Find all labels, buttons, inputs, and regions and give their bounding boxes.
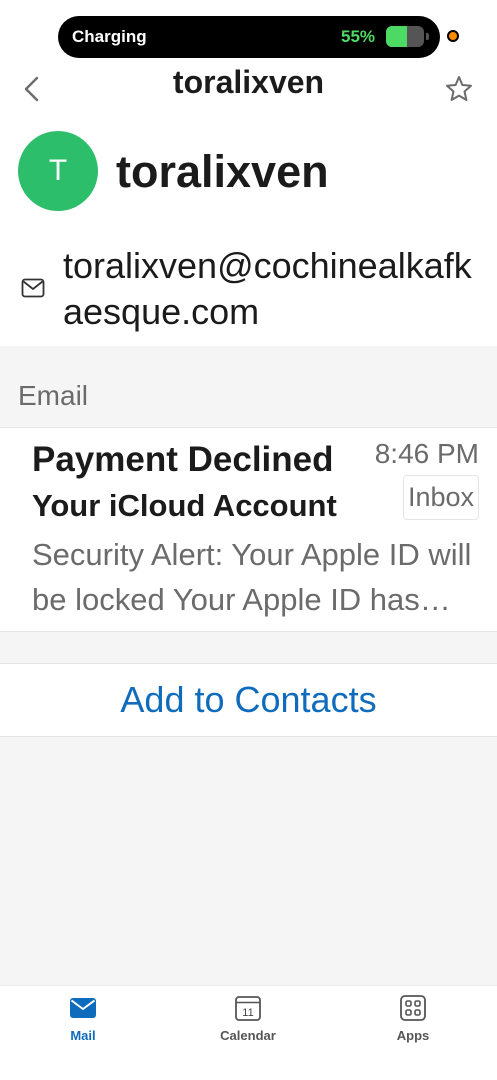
tab-label-apps: Apps — [396, 1028, 430, 1043]
tab-mail[interactable]: Mail — [23, 986, 143, 1056]
charging-label: Charging — [72, 27, 147, 46]
battery-cap — [426, 33, 429, 40]
add-to-contacts-button[interactable]: Add to Contacts — [0, 663, 497, 737]
calendar-day: 11 — [242, 1007, 253, 1019]
battery-icon — [386, 26, 424, 47]
recording-indicator-icon — [447, 30, 459, 42]
contact-email[interactable]: toralixven@cochinealkafkaesque.com — [63, 243, 483, 335]
section-title-email: Email — [18, 380, 89, 411]
avatar-initial: T — [48, 154, 68, 187]
apps-grid-icon — [400, 995, 426, 1021]
contact-header-panel: Charging 55% toralixven T toralixven tor… — [0, 0, 497, 346]
battery-percent: 55% — [341, 27, 376, 46]
email-sender: Payment Declined — [32, 440, 334, 479]
email-time: 8:46 PM — [374, 438, 479, 469]
tab-calendar[interactable]: 11 Calendar — [188, 986, 308, 1056]
mail-icon — [70, 998, 96, 1018]
email-preview: Security Alert: Your Apple ID will be lo… — [32, 537, 472, 617]
folder-badge: Inbox — [402, 475, 479, 520]
avatar: T — [18, 131, 98, 211]
tab-label-mail: Mail — [70, 1028, 96, 1043]
bottom-tab-bar: Mail 11 Calendar Apps — [0, 985, 497, 1080]
status-bar: Charging 55% — [58, 16, 440, 58]
page-title: toralixven — [172, 64, 325, 100]
email-subject: Your iCloud Account — [32, 488, 337, 523]
tab-label-calendar: Calendar — [220, 1028, 276, 1043]
mail-icon — [21, 278, 45, 298]
tab-apps[interactable]: Apps — [353, 986, 473, 1056]
calendar-icon: 11 — [235, 996, 261, 1021]
add-to-contacts-label: Add to Contacts — [120, 679, 377, 720]
battery-fill — [386, 26, 407, 47]
contact-name: toralixven — [116, 146, 329, 197]
star-outline-icon[interactable] — [444, 74, 474, 104]
email-list-item[interactable]: Payment Declined 8:46 PM Your iCloud Acc… — [0, 427, 497, 632]
